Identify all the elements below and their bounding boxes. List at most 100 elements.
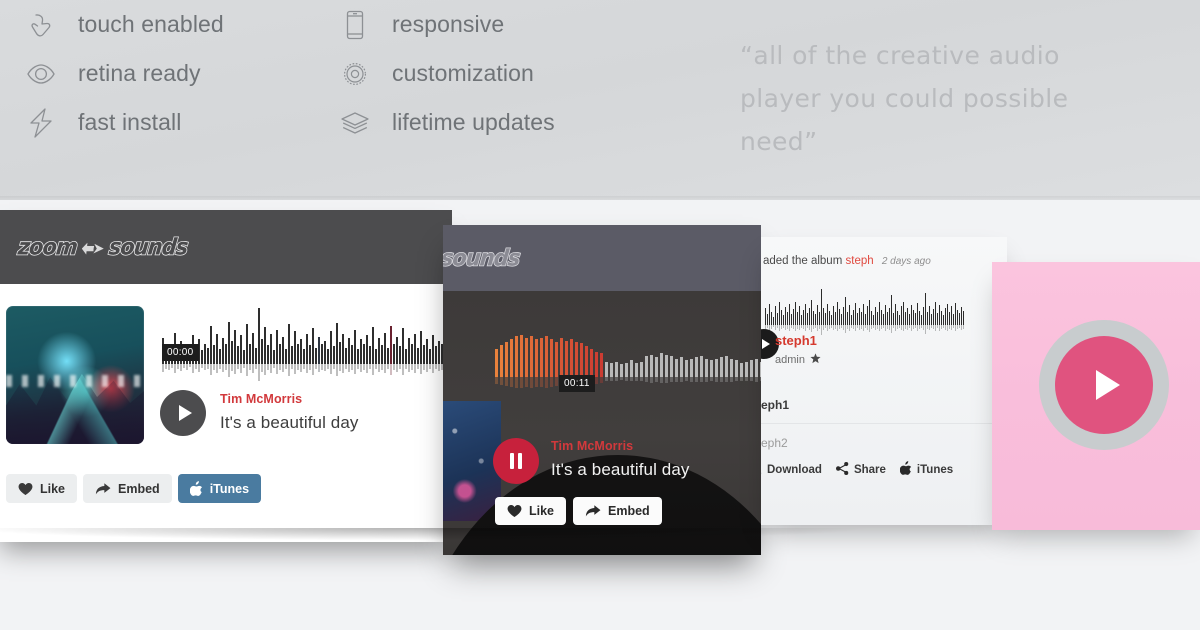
- waveform-bar-reflection: [234, 364, 236, 374]
- eye-icon: [24, 57, 58, 91]
- waveform-bar-reflection: [857, 325, 858, 328]
- waveform-seekbar[interactable]: 00:11: [495, 335, 761, 392]
- playlist-row[interactable]: eph1: [761, 387, 1007, 424]
- logo-text-sounds: sounds: [107, 233, 190, 260]
- apple-icon: [189, 481, 203, 496]
- waveform-bar: [560, 338, 563, 377]
- pause-button[interactable]: [493, 438, 539, 484]
- play-button[interactable]: [160, 390, 206, 436]
- waveform-bar-reflection: [285, 364, 287, 369]
- feature-item-fast-install: fast install: [24, 98, 224, 147]
- waveform-bar: [270, 334, 272, 364]
- waveform-bar-reflection: [773, 325, 774, 327]
- mobile-phone-icon: [338, 8, 372, 42]
- waveform-bar-reflection: [384, 364, 386, 373]
- waveform-bar: [510, 339, 513, 377]
- player-actions: Like Embed: [495, 497, 662, 525]
- waveform-bar: [947, 304, 948, 325]
- testimonial-quote: “all of the creative audio player you co…: [740, 34, 1140, 163]
- waveform-bar: [901, 306, 902, 325]
- embed-button[interactable]: Embed: [573, 497, 662, 525]
- waveform-bar-reflection: [903, 325, 904, 331]
- waveform-bar-reflection: [915, 325, 916, 328]
- waveform-bar: [937, 313, 938, 325]
- waveform-bar: [228, 322, 230, 364]
- waveform-bar: [670, 356, 673, 377]
- waveform-bar: [237, 346, 239, 364]
- waveform-bar: [710, 360, 713, 377]
- share-label: Share: [853, 463, 886, 476]
- playlist-row[interactable]: eph2: [761, 424, 1007, 461]
- waveform-bar: [438, 341, 440, 364]
- waveform-bar: [435, 346, 437, 364]
- waveform-bar-reflection: [500, 377, 503, 385]
- waveform-bar: [575, 342, 578, 377]
- waveform-bar: [339, 342, 341, 364]
- play-button[interactable]: [1055, 336, 1153, 434]
- waveform-bar-reflection: [390, 364, 392, 375]
- waveform-bar-reflection: [291, 364, 293, 369]
- waveform-bar: [837, 302, 838, 325]
- waveform-bar-reflection: [399, 364, 401, 369]
- waveform-bar: [210, 326, 212, 364]
- waveform-bar-reflection: [939, 325, 940, 331]
- like-button[interactable]: Like: [6, 474, 78, 503]
- track-meta: Tim McMorris It's a beautiful day: [220, 392, 359, 433]
- waveform-bar-reflection: [923, 325, 924, 330]
- uploader-name: admin: [775, 354, 805, 366]
- waveform-bar: [213, 345, 215, 364]
- waveform-bar-reflection: [535, 377, 538, 387]
- waveform-bar: [877, 312, 878, 325]
- waveform-bar-reflection: [219, 364, 221, 369]
- waveform-bar-reflection: [785, 325, 786, 330]
- waveform-bar: [899, 315, 900, 325]
- waveform-bar: [324, 341, 326, 364]
- waveform-bar-reflection: [665, 377, 668, 383]
- waveform-bar: [348, 338, 350, 364]
- waveform-bars[interactable]: [162, 308, 461, 364]
- waveform-bar: [645, 356, 648, 377]
- feature-band: touch enabled retina ready fast install: [0, 0, 1200, 200]
- waveform-bar-reflection: [849, 325, 850, 331]
- waveform-bar: [384, 333, 386, 364]
- waveform-bar-reflection: [387, 364, 389, 369]
- waveform-bar: [381, 345, 383, 364]
- like-button[interactable]: Like: [495, 497, 567, 525]
- waveform-bar: [809, 308, 810, 325]
- waveform-bar-reflection: [375, 364, 377, 369]
- download-button[interactable]: Download: [761, 462, 822, 478]
- waveform-bar-reflection: [675, 377, 678, 382]
- waveform-seekbar[interactable]: [765, 289, 964, 335]
- waveform-bar-reflection: [240, 364, 242, 373]
- waveform-bar-reflection: [180, 364, 182, 371]
- waveform-bar: [550, 339, 553, 377]
- waveform-bars[interactable]: [495, 335, 761, 377]
- dark-audio-player-card: sounds 00:11 Tim McMorris It's a beautif…: [443, 225, 761, 555]
- waveform-bar: [725, 356, 728, 377]
- waveform-bar: [755, 359, 758, 377]
- waveform-bar-reflection: [378, 364, 380, 372]
- waveform-bar: [432, 335, 434, 364]
- waveform-bar-reflection: [276, 364, 278, 374]
- waveform-bar: [390, 326, 392, 364]
- waveform-bar-reflection: [165, 364, 167, 369]
- embed-button[interactable]: Embed: [83, 474, 172, 503]
- waveform-bar: [222, 338, 224, 364]
- waveform-bar: [769, 304, 770, 325]
- waveform-bar: [411, 344, 413, 364]
- waveform-bar: [570, 339, 573, 377]
- waveform-bar: [590, 349, 593, 377]
- waveform-bar-reflection: [333, 364, 335, 369]
- waveform-bar-reflection: [909, 325, 910, 328]
- waveform-bar: [327, 349, 329, 364]
- itunes-button[interactable]: iTunes: [177, 474, 262, 503]
- album-link[interactable]: steph: [846, 255, 874, 267]
- itunes-button[interactable]: iTunes: [899, 461, 953, 478]
- waveform-seekbar[interactable]: 00:00: [162, 308, 461, 381]
- waveform-bar-reflection: [690, 377, 693, 382]
- waveform-bar: [869, 300, 870, 325]
- waveform-bar: [495, 349, 498, 377]
- waveform-bars[interactable]: [765, 289, 964, 325]
- waveform-bar: [957, 310, 958, 325]
- share-button[interactable]: Share: [835, 461, 886, 478]
